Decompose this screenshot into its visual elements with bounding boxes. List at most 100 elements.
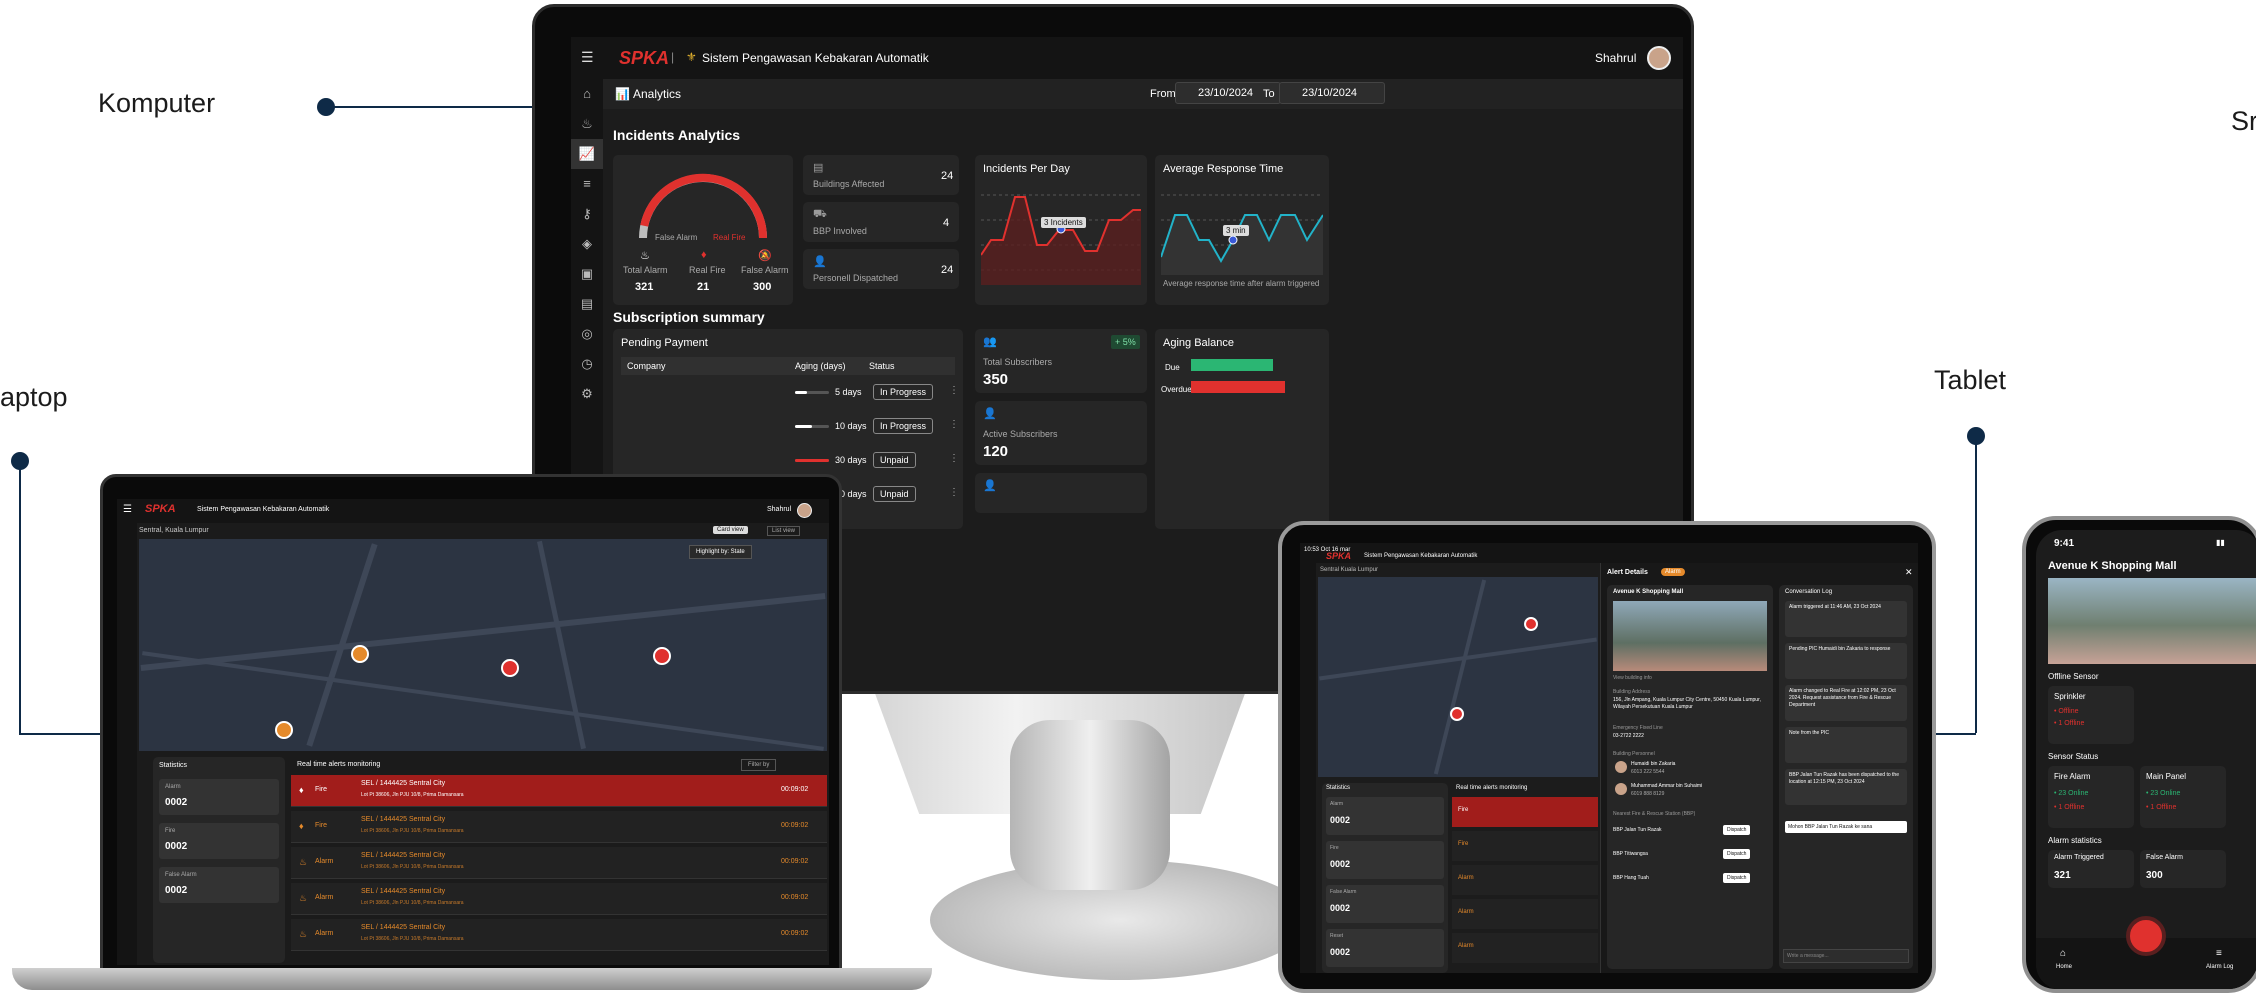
map[interactable]: Highlight by: State: [139, 539, 827, 751]
logo-divider: |: [671, 50, 675, 64]
map-pin-fire[interactable]: [501, 659, 519, 677]
col-aging: Aging (days): [795, 361, 846, 371]
list-icon[interactable]: ≡: [2216, 948, 2222, 959]
alert-row[interactable]: Alarm: [1452, 933, 1598, 963]
home-icon[interactable]: ⌂: [571, 79, 603, 109]
stat-value: 0002: [1330, 859, 1351, 869]
id-icon[interactable]: ▣: [571, 259, 603, 289]
phone-screen: 9:41 ▮▮ Avenue K Shopping Mall Offline S…: [2036, 530, 2256, 989]
more-icon[interactable]: ⋮: [949, 385, 959, 396]
aging-due-bar: [1191, 359, 1273, 371]
stat-value: 0002: [165, 797, 188, 808]
response-tooltip: 3 min: [1223, 225, 1249, 236]
map-breadcrumb: Sentral, Kuala Lumpur: [139, 527, 209, 534]
filter-select[interactable]: Filter by: [741, 759, 777, 771]
gauge-legend-false: False Alarm: [655, 233, 698, 242]
alarm-icon[interactable]: ♨: [571, 109, 603, 139]
alert-row[interactable]: Fire: [1452, 831, 1598, 861]
headset-icon[interactable]: ◎: [571, 319, 603, 349]
nav-home[interactable]: Home: [2056, 964, 2072, 970]
highlight-select[interactable]: Highlight by: State: [689, 545, 752, 559]
more-icon[interactable]: ⋮: [949, 487, 959, 498]
alert-address: Lot Pt 38606, Jln PJU 10/8, Prima Damans…: [361, 936, 464, 942]
map-pin-fire[interactable]: [1450, 707, 1464, 721]
stat-false-alarm: False Alarm 0002: [159, 867, 279, 903]
home-icon[interactable]: ⌂: [2060, 948, 2066, 959]
map-pin[interactable]: [275, 721, 293, 739]
alert-type: Fire: [315, 822, 328, 829]
alert-address: Lot Pt 38606, Jln PJU 10/8, Prima Damans…: [361, 864, 464, 870]
message-input[interactable]: Write a message...: [1783, 949, 1909, 963]
aging-balance-card: Aging Balance Due Overdue: [1155, 329, 1329, 529]
sos-button[interactable]: [2126, 916, 2166, 956]
alert-time: 00:09:02: [781, 858, 809, 865]
key-icon[interactable]: ⚷: [571, 199, 603, 229]
alert-time: 00:09:02: [781, 822, 809, 829]
stat-value: 0002: [1330, 903, 1351, 913]
map-pin-fire[interactable]: [653, 647, 671, 665]
box-icon[interactable]: ◈: [571, 229, 603, 259]
stat-label: Alarm: [1330, 801, 1344, 807]
status-badge: In Progress: [873, 384, 934, 400]
active-subscribers-value: 120: [983, 443, 1009, 460]
status-badge: Unpaid: [873, 486, 916, 502]
alert-row[interactable]: ♦ Fire SEL / 1444425 Sentral City Lot Pt 38…: [291, 811, 827, 843]
settings-icon[interactable]: ⚙: [571, 379, 603, 409]
analytics-crumb-icon: 📊: [615, 87, 630, 101]
alert-row[interactable]: ♦ Fire SEL / 1444425 Sentral City Lot Pt 38…: [291, 775, 827, 807]
menu-icon[interactable]: ☰: [123, 504, 132, 515]
kpi-label: BBP Involved: [813, 226, 867, 236]
avatar[interactable]: [1647, 46, 1671, 70]
alert-row[interactable]: ♨ Alarm SEL / 1444425 Sentral City Lot Pt 3…: [291, 883, 827, 915]
card-view-toggle[interactable]: Card view: [713, 526, 748, 534]
list-view-toggle[interactable]: List view: [767, 526, 801, 536]
dispatch-button[interactable]: Dispatch: [1723, 873, 1751, 883]
aging-overdue-label: Overdue: [1161, 385, 1192, 394]
dispatch-button[interactable]: Dispatch: [1723, 825, 1751, 835]
from-label: From: [1150, 88, 1176, 100]
app-title: Sistem Pengawasan Kebakaran Automatik: [1364, 553, 1478, 559]
status-label: Fire Alarm: [2054, 772, 2091, 781]
alert-row[interactable]: Fire: [1452, 797, 1598, 827]
map-pin-fire[interactable]: [1524, 617, 1538, 631]
clock-icon[interactable]: ◷: [571, 349, 603, 379]
laptop-base: [12, 968, 932, 990]
table-header: Company Aging (days) Status: [621, 357, 955, 375]
false-alarm-label: False Alarm: [741, 265, 789, 275]
avatar[interactable]: [797, 503, 812, 518]
analytics-icon[interactable]: 📈: [571, 139, 603, 169]
alert-row[interactable]: Alarm: [1452, 899, 1598, 929]
alert-row[interactable]: Alarm: [1452, 865, 1598, 895]
stat-box: Reset 0002: [1326, 929, 1444, 967]
to-date-field[interactable]: 23/10/2024: [1279, 82, 1385, 104]
alarm-triggered-card: Alarm Triggered 321: [2048, 850, 2134, 888]
breadcrumb: Analytics: [633, 87, 682, 101]
gauge-card: False Alarm Real Fire ♨ Total Alarm 321 …: [613, 155, 793, 305]
list-icon[interactable]: ≡: [571, 169, 603, 199]
map-pin[interactable]: [351, 645, 369, 663]
avatar: [1615, 783, 1627, 795]
stat-value: 0002: [165, 841, 188, 852]
nav-alarm-log[interactable]: Alarm Log: [2206, 964, 2233, 970]
alert-type: Alarm: [315, 858, 334, 865]
more-icon[interactable]: ⋮: [949, 419, 959, 430]
personnel-name: Humaidi bin Zakaria: [1631, 761, 1676, 767]
tablet-map[interactable]: [1318, 577, 1598, 777]
close-icon[interactable]: ✕: [1905, 567, 1913, 578]
alert-row[interactable]: ♨ Alarm SEL / 1444425 Sentral City Lot Pt 3…: [291, 919, 827, 951]
aging-value: 5 days: [835, 387, 862, 397]
kpi-label: Buildings Affected: [813, 179, 885, 189]
alarm-icon: ♨: [299, 893, 308, 903]
alert-row[interactable]: ♨ Alarm SEL / 1444425 Sentral City Lot Pt 3…: [291, 847, 827, 879]
aging-value: 10 days: [835, 421, 867, 431]
log-text: Alarm triggered at 11:46 AM, 23 Oct 2024: [1789, 604, 1881, 610]
log-entry: Pending PIC Humaidi bin Zakaria to respo…: [1785, 643, 1907, 679]
pending-title: Pending Payment: [621, 337, 708, 349]
building-nav-icon[interactable]: ▤: [571, 289, 603, 319]
menu-icon[interactable]: ☰: [581, 49, 594, 66]
log-text: Note from the PIC: [1789, 730, 1830, 736]
false-value: 300: [2146, 870, 2163, 881]
view-info-link[interactable]: View building info: [1613, 675, 1652, 681]
more-icon[interactable]: ⋮: [949, 453, 959, 464]
dispatch-button[interactable]: Dispatch: [1723, 849, 1751, 859]
